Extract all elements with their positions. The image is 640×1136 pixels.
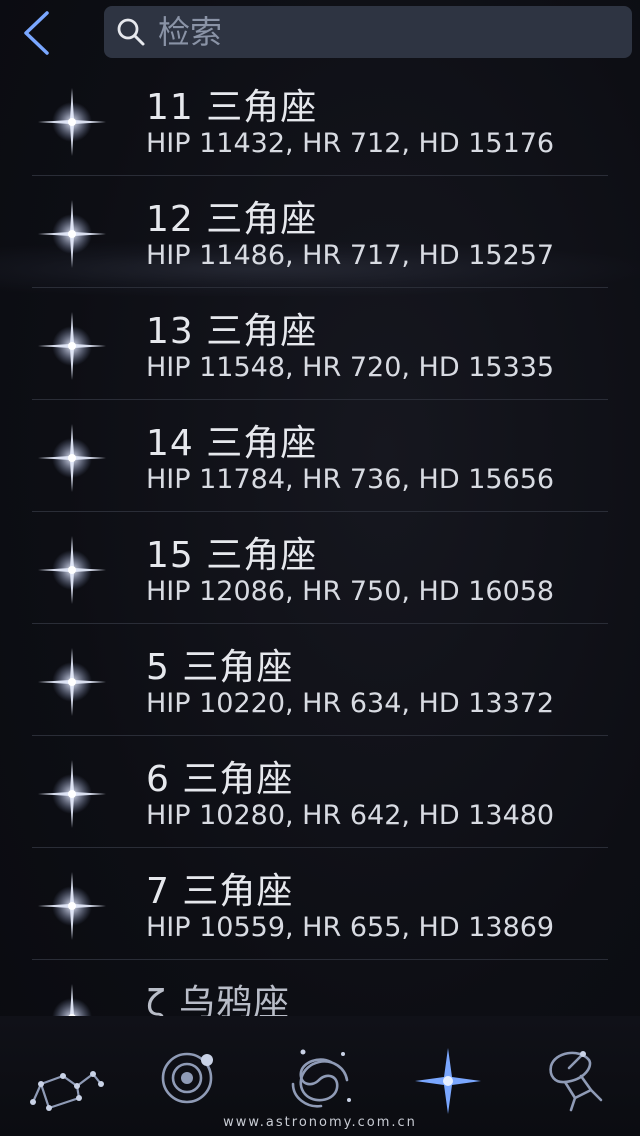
item-title: 6 三角座	[146, 759, 294, 800]
star-icon	[38, 312, 106, 380]
galaxy-icon	[291, 1049, 351, 1108]
star-icon	[38, 536, 106, 604]
constellation-icon	[30, 1071, 104, 1111]
item-title: 7 三角座	[146, 871, 294, 912]
star-icon	[38, 648, 106, 716]
satellite-dish-icon	[549, 1051, 603, 1112]
item-subtitle: HIP 11432, HR 712, HD 15176	[146, 128, 555, 159]
screen: 11 三角座HIP 11432, HR 712, HD 1517612 三角座H…	[0, 0, 640, 1136]
list-item[interactable]: 7 三角座 HIP 10559, HR 655, HD 13869	[0, 848, 640, 960]
star-icon	[38, 88, 106, 156]
item-title: 5 三角座	[146, 647, 294, 688]
item-title: 11 三角座	[146, 87, 318, 128]
item-title: 14 三角座	[146, 423, 318, 464]
list-item[interactable]: 12 三角座 HIP 11486, HR 717, HD 15257	[0, 176, 640, 288]
star-icon	[38, 200, 106, 268]
tab-constellations[interactable]	[14, 1040, 114, 1120]
watermark: www.astronomy.com.cn	[223, 1115, 417, 1130]
list-item[interactable]: 11 三角座 HIP 11432, HR 712, HD 15176	[0, 64, 640, 176]
star-icon	[38, 872, 106, 940]
tab-satellites[interactable]	[526, 1040, 626, 1120]
list-item[interactable]: 15 三角座 HIP 12086, HR 750, HD 16058	[0, 512, 640, 624]
search-bar[interactable]	[104, 6, 632, 58]
item-title: ζ 乌鸦座	[146, 983, 291, 1016]
item-subtitle: HIP 11784, HR 736, HD 15656	[146, 464, 555, 495]
search-icon	[114, 15, 148, 49]
tab-solar-system[interactable]	[142, 1040, 242, 1120]
item-subtitle: HIP 12086, HR 750, HD 16058	[146, 576, 555, 607]
tab-deep-sky[interactable]	[270, 1040, 370, 1120]
header	[0, 0, 640, 64]
item-subtitle: HIP 10220, HR 634, HD 13372	[146, 688, 555, 719]
list-item[interactable]: 13 三角座 HIP 11548, HR 720, HD 15335	[0, 288, 640, 400]
list-item[interactable]: 6 三角座 HIP 10280, HR 642, HD 13480	[0, 736, 640, 848]
results-list[interactable]: 11 三角座 HIP 11432, HR 712, HD 15176 12 三角座 H…	[0, 64, 640, 1016]
rows-container: 11 三角座 HIP 11432, HR 712, HD 15176 12 三角座 H…	[0, 64, 640, 1016]
planet-orbit-icon	[161, 1052, 213, 1104]
item-subtitle: HIP 11548, HR 720, HD 15335	[146, 352, 555, 383]
star-icon	[38, 424, 106, 492]
star-icon	[415, 1048, 481, 1114]
tab-stars[interactable]	[398, 1040, 498, 1120]
item-title: 13 三角座	[146, 311, 318, 352]
item-subtitle: HIP 10280, HR 642, HD 13480	[146, 800, 555, 831]
item-subtitle: HIP 11486, HR 717, HD 15257	[146, 240, 555, 271]
star-icon	[52, 984, 92, 1016]
list-item[interactable]: 5 三角座 HIP 10220, HR 634, HD 13372	[0, 624, 640, 736]
item-title: 12 三角座	[146, 199, 318, 240]
list-item[interactable]: 14 三角座 HIP 11784, HR 736, HD 15656	[0, 400, 640, 512]
list-item[interactable]: ζ 乌鸦座	[0, 960, 640, 1016]
chevron-left-icon	[24, 11, 49, 55]
search-input[interactable]	[156, 9, 620, 55]
tab-bar: www.astronomy.com.cn	[0, 1016, 640, 1136]
back-button[interactable]	[14, 10, 58, 56]
item-subtitle: HIP 10559, HR 655, HD 13869	[146, 912, 555, 943]
star-icon	[38, 760, 106, 828]
item-title: 15 三角座	[146, 535, 318, 576]
